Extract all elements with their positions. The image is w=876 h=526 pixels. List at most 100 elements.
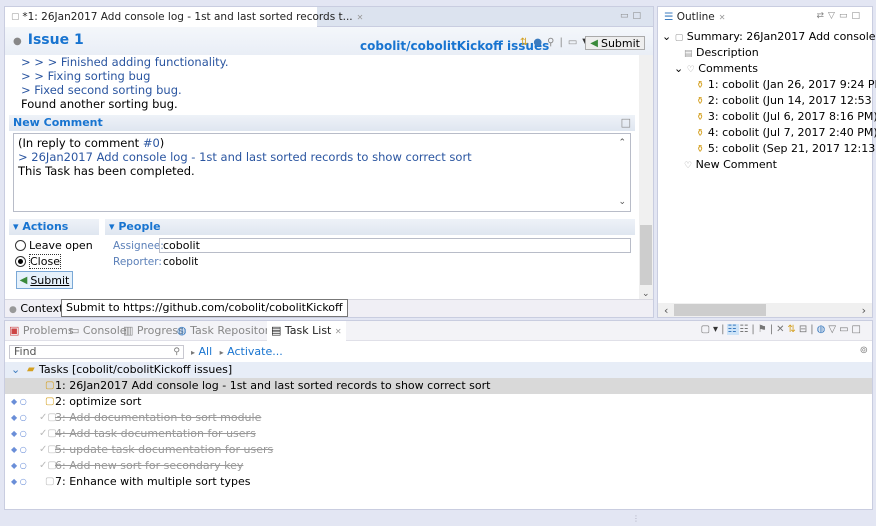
find-input[interactable]: Find ⚲ [9, 345, 184, 359]
editor-vertical-scrollbar[interactable]: ⌄ [639, 55, 653, 299]
comment-line: Found another sorting bug. [21, 97, 178, 111]
scroll-right-icon[interactable]: › [862, 304, 866, 317]
maximize-icon[interactable]: □ [851, 11, 864, 21]
search-icon[interactable]: ⚲ [547, 37, 554, 48]
minimize-icon[interactable]: ▭ [839, 324, 851, 335]
maximize-icon[interactable]: □ [632, 11, 645, 21]
scrollbar-thumb[interactable] [674, 304, 766, 316]
scroll-left-icon[interactable]: ‹ [664, 304, 668, 317]
radio-label: Close [29, 254, 61, 269]
editor-tab[interactable]: ▢ *1: 26Jan2017 Add console log - 1st an… [5, 7, 363, 27]
activate-link[interactable]: Activate... [227, 345, 283, 358]
search-icon[interactable]: ⚲ [173, 346, 180, 358]
outline-comment-item[interactable]: ⚱ 3: cobolit (Jul 6, 2017 8:16 PM) [658, 109, 876, 125]
description-icon: ▤ [684, 49, 693, 59]
reporter-label: Reporter: [113, 256, 162, 268]
minimize-icon[interactable]: ▭ [620, 11, 633, 21]
outline-comment-item[interactable]: ⚱ 1: cobolit (Jan 26, 2017 9:24 PM) [658, 77, 876, 93]
outline-summary[interactable]: ⌄ ▢ Summary: 26Jan2017 Add console log -… [658, 29, 876, 45]
outline-tree: ⌄ ▢ Summary: 26Jan2017 Add console log -… [658, 29, 876, 173]
all-link[interactable]: All [199, 345, 213, 358]
sync-icon[interactable]: ⇄ [817, 11, 829, 21]
task-label: 4: Add task documentation for users [55, 427, 256, 440]
outline-horizontal-scrollbar[interactable]: ‹ › [658, 303, 872, 317]
scroll-down-icon[interactable]: ⌄ [642, 289, 650, 299]
dropdown-arrow-icon[interactable]: ▾ [713, 324, 721, 335]
outline-tab[interactable]: ☰ Outline ✕ [658, 7, 731, 27]
radio-close[interactable]: Close [15, 254, 61, 269]
synchronize-icon[interactable]: ⇅ [520, 37, 528, 48]
focus-icon[interactable]: ⚑ [758, 324, 770, 335]
maximize-icon[interactable]: □ [852, 324, 864, 335]
task-row[interactable]: ◆ ○ ✓▢ 5: update task documentation for … [5, 442, 872, 458]
issue-title: ● Issue 1 [13, 32, 84, 48]
collapse-all-icon[interactable]: ⊟ [799, 324, 810, 335]
context-label: Context [20, 302, 64, 315]
comment-line: > > Fixing sorting bug [21, 69, 151, 83]
close-tab-icon[interactable]: ✕ [719, 13, 726, 22]
outline-comment-item[interactable]: ⚱ 5: cobolit (Sep 21, 2017 12:13 AM) [658, 141, 876, 157]
minimize-icon[interactable]: ▭ [839, 11, 852, 21]
task-label: 7: Enhance with multiple sort types [55, 475, 251, 488]
arrow-icon: ▸ [191, 348, 196, 357]
tab-task-list[interactable]: ▤ Task List ✕ [267, 321, 346, 341]
task-row[interactable]: ◆ ○ ✓▢ 4: Add task documentation for use… [5, 426, 872, 442]
submit-icon: ◀ [590, 37, 598, 49]
layout-icon[interactable]: ▭ [568, 37, 577, 48]
task-row[interactable]: ◆ ○ ▢ 2: optimize sort [5, 394, 872, 410]
comment-link[interactable]: #0 [143, 136, 160, 150]
tab-progress[interactable]: ▥ Progress [123, 324, 184, 337]
view-menu-icon[interactable]: ▽ [828, 11, 839, 21]
view-menu-icon[interactable]: ▽ [828, 324, 839, 335]
close-tab-icon[interactable]: ✕ [357, 13, 364, 22]
scheduled-icon[interactable]: ☷ [739, 324, 751, 335]
task-row[interactable]: ◆ ○ ✓▢ 6: Add new sort for secondary key [5, 458, 872, 474]
tab-problems[interactable]: ▣ Problems [9, 324, 74, 337]
task-row[interactable]: ◆ ○ ✓▢ 3: Add documentation to sort modu… [5, 410, 872, 426]
status-dot-icon: ● [13, 36, 22, 47]
task-group-row[interactable]: ⌄ ▰ Tasks [cobolit/cobolitKickoff issues… [5, 362, 872, 378]
new-task-icon[interactable]: ▢ [701, 324, 713, 335]
bottom-tabbar: ▣ Problems ▭ Console ▥ Progress ◍ Task R… [5, 321, 872, 341]
tab-console[interactable]: ▭ Console [69, 324, 127, 337]
editor-tabbar: ▢ *1: 26Jan2017 Add console log - 1st an… [5, 7, 653, 27]
folder-icon: ▰ [27, 364, 35, 375]
reply-suffix: ) [159, 136, 165, 150]
assignee-input[interactable]: cobolit [159, 238, 631, 253]
maximize-icon[interactable]: □ [621, 115, 631, 131]
new-comment-header[interactable]: New Comment □ [9, 115, 635, 131]
outline-new-comment[interactable]: ♡ New Comment [658, 157, 876, 173]
resize-handle[interactable]: ⋮ [632, 514, 640, 523]
info-icon[interactable]: ● [533, 37, 542, 48]
people-header[interactable]: ▾ People [105, 219, 635, 235]
close-tab-icon[interactable]: ✕ [335, 327, 342, 336]
outline-comment-item[interactable]: ⚱ 2: cobolit (Jun 14, 2017 12:53 PM) [658, 93, 876, 109]
hide-completed-icon[interactable]: ✕ [776, 324, 787, 335]
expand-icon: ● [9, 305, 17, 315]
header-submit-button[interactable]: ◀ Submit [585, 36, 645, 50]
expand-icon[interactable]: ⌄ [674, 62, 683, 75]
task-row[interactable]: ◆ ○ ▢ 7: Enhance with multiple sort type… [5, 474, 872, 490]
submit-button[interactable]: ◀ Submit [16, 271, 73, 289]
help-icon[interactable]: ⊚ [860, 345, 868, 356]
textarea-scroll-down-icon[interactable]: ⌄ [618, 195, 626, 209]
outline-icon: ☰ [664, 11, 677, 23]
task-label: 2: optimize sort [55, 395, 142, 408]
expand-icon[interactable]: ⌄ [662, 30, 671, 43]
outline-tabbar: ☰ Outline ✕ ⇄▽▭□ [658, 7, 872, 27]
repository-icon[interactable]: ◍ [817, 324, 829, 335]
comment-item-label: 2: cobolit (Jun 14, 2017 12:53 PM) [707, 94, 876, 107]
expand-icon[interactable]: ⌄ [11, 362, 20, 378]
sync-icon[interactable]: ⇅ [788, 324, 799, 335]
person-icon: ⚱ [696, 96, 705, 107]
outline-description[interactable]: ▤ Description [658, 45, 876, 61]
scrollbar-thumb[interactable] [640, 225, 652, 285]
task-row[interactable]: ▢ 1: 26Jan2017 Add console log - 1st and… [5, 378, 872, 394]
categorized-icon[interactable]: ☷ [727, 324, 740, 335]
textarea-scroll-up-icon[interactable]: ⌃ [618, 136, 626, 150]
outline-comments[interactable]: ⌄ ♡ Comments [658, 61, 876, 77]
new-comment-textarea[interactable]: (In reply to comment #0) > 26Jan2017 Add… [13, 133, 631, 212]
outline-comment-item[interactable]: ⚱ 4: cobolit (Jul 7, 2017 2:40 PM) [658, 125, 876, 141]
actions-header[interactable]: ▾ Actions [9, 219, 99, 235]
radio-leave-open[interactable]: Leave open [15, 239, 93, 252]
